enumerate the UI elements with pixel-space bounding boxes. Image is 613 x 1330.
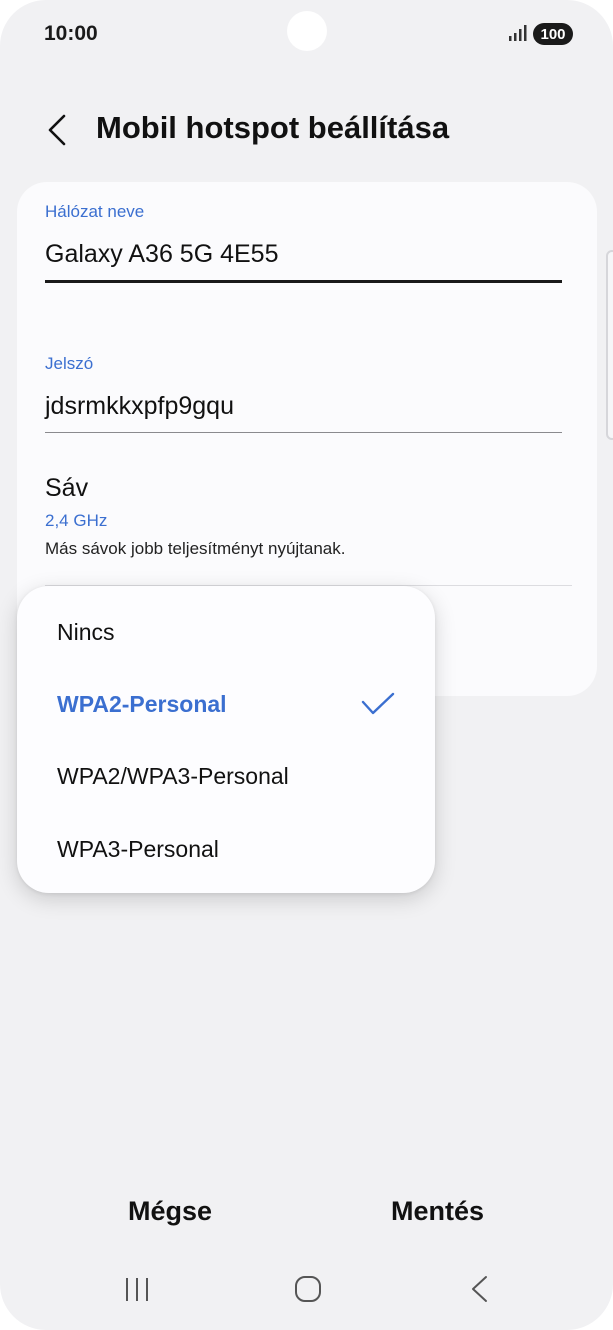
network-name-input[interactable]: Galaxy A36 5G 4E55: [45, 240, 278, 269]
option-wpa2-personal-label: WPA2-Personal: [57, 690, 227, 717]
chevron-left-icon: [48, 114, 66, 146]
scrollbar[interactable]: [606, 250, 613, 440]
recent-apps-icon[interactable]: [124, 1274, 150, 1304]
checkmark-icon: [361, 692, 395, 715]
network-name-label: Hálózat neve: [45, 202, 145, 221]
save-button[interactable]: Mentés: [391, 1196, 484, 1227]
password-label: Jelszó: [45, 354, 94, 373]
band-description: Más sávok jobb teljesítményt nyújtanak.: [45, 539, 346, 558]
home-icon[interactable]: [294, 1274, 322, 1304]
battery-indicator: 100: [533, 23, 573, 45]
band-title[interactable]: Sáv: [45, 474, 88, 503]
cancel-button[interactable]: Mégse: [128, 1196, 212, 1227]
option-none[interactable]: Nincs: [17, 600, 435, 664]
band-value: 2,4 GHz: [45, 511, 108, 530]
signal-icon: [509, 25, 527, 41]
password-input[interactable]: jdsrmkkxpfp9gqu: [45, 392, 234, 421]
page-title: Mobil hotspot beállítása: [96, 110, 450, 145]
front-camera: [287, 11, 327, 51]
status-time: 10:00: [44, 22, 98, 45]
nav-back-icon[interactable]: [468, 1274, 492, 1304]
option-wpa2-personal[interactable]: WPA2-Personal: [17, 672, 435, 736]
back-button[interactable]: [40, 110, 76, 150]
security-dropdown-menu: Nincs WPA2-Personal WPA2/WPA3-Personal W…: [17, 586, 435, 893]
option-wpa3-personal[interactable]: WPA3-Personal: [17, 817, 435, 881]
option-wpa2-wpa3-personal[interactable]: WPA2/WPA3-Personal: [17, 744, 435, 808]
network-name-underline: [45, 280, 562, 283]
phone-screen: 10:00 100 Mobil hotspot beállítása Hálóz…: [0, 0, 613, 1330]
password-underline: [45, 432, 562, 433]
